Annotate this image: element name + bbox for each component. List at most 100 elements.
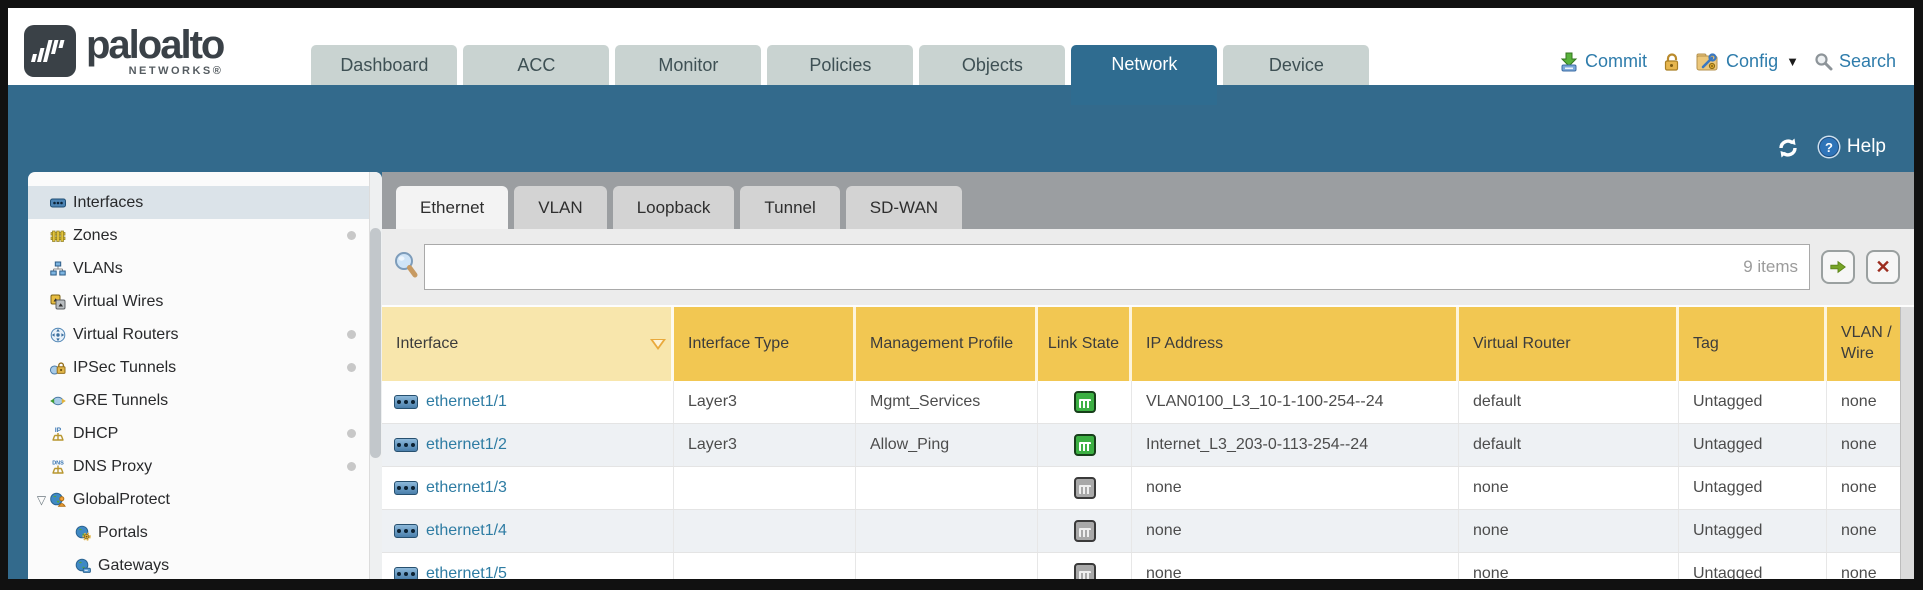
table-scrollbar[interactable]	[1900, 307, 1914, 579]
status-dot	[347, 330, 356, 339]
tab-policies[interactable]: Policies	[767, 45, 913, 85]
tab-label: Tunnel	[764, 198, 815, 218]
refresh-button[interactable]	[1776, 136, 1800, 160]
interface-link[interactable]: ethernet1/1	[426, 393, 507, 411]
column-header-tag[interactable]: Tag	[1679, 307, 1827, 381]
interface-type-cell: Layer3	[674, 424, 856, 466]
ethernet-interface-icon	[394, 567, 418, 579]
link-state-down-icon	[1074, 563, 1096, 579]
tab-loopback[interactable]: Loopback	[613, 186, 735, 229]
sidebar-item-zones[interactable]: Zones	[28, 219, 382, 252]
vlan-wire-cell: none	[1827, 553, 1900, 579]
commit-icon	[1559, 52, 1579, 72]
tag-cell: Untagged	[1679, 510, 1827, 552]
tab-vlan[interactable]: VLAN	[514, 186, 606, 229]
ip-address-cell: Internet_L3_203-0-113-254--24	[1132, 424, 1459, 466]
sidebar-item-globalprotect[interactable]: ▽ GlobalProtect	[28, 483, 382, 516]
filter-input-wrap: 9 items	[424, 244, 1810, 290]
tab-objects[interactable]: Objects	[919, 45, 1065, 85]
column-header-ip-address[interactable]: IP Address	[1132, 307, 1459, 381]
commit-button[interactable]: Commit	[1559, 51, 1647, 72]
tab-sdwan[interactable]: SD-WAN	[846, 186, 962, 229]
sidebar-scrollbar[interactable]	[369, 172, 382, 579]
lock-button[interactable]	[1662, 52, 1681, 72]
config-menu-button[interactable]: Config ▼	[1696, 51, 1799, 72]
tab-ethernet[interactable]: Ethernet	[396, 186, 508, 229]
tab-label: Objects	[962, 55, 1023, 76]
interface-type-cell	[674, 467, 856, 509]
sidebar-item-vlans[interactable]: VLANs	[28, 252, 382, 285]
svg-text:IP: IP	[55, 427, 62, 434]
tab-label: SD-WAN	[870, 198, 938, 218]
lock-icon	[1662, 52, 1681, 72]
help-button[interactable]: ? Help	[1816, 134, 1886, 160]
sidebar-item-label: Virtual Routers	[73, 326, 179, 344]
paloalto-logo-icon	[24, 25, 76, 77]
apply-filter-button[interactable]	[1821, 250, 1855, 284]
tab-monitor[interactable]: Monitor	[615, 45, 761, 85]
sidebar-item-label: Virtual Wires	[73, 293, 163, 311]
sidebar-item-virtual-routers[interactable]: Virtual Routers	[28, 318, 382, 351]
ip-address-link[interactable]: VLAN0100_L3_10-1-100-254--24	[1146, 393, 1384, 411]
tab-acc[interactable]: ACC	[463, 45, 609, 85]
table-body: ethernet1/1 Layer3 Mgmt_Services VLAN010…	[382, 381, 1900, 579]
column-header-interface-type[interactable]: Interface Type	[674, 307, 856, 381]
commit-label: Commit	[1585, 51, 1647, 72]
ethernet-interface-icon	[394, 438, 418, 452]
green-arrow-icon	[1829, 258, 1847, 276]
gre-tunnels-icon	[49, 393, 67, 409]
ip-address-cell: none	[1132, 467, 1459, 509]
tab-label: Monitor	[658, 55, 718, 76]
sidebar-item-portals[interactable]: Portals	[28, 516, 382, 549]
column-label: Interface Type	[688, 334, 789, 355]
config-label: Config	[1726, 51, 1778, 72]
config-icon	[1696, 51, 1720, 72]
interface-type-tabs: Ethernet VLAN Loopback Tunnel SD-WAN	[382, 172, 1914, 229]
column-header-link-state[interactable]: Link State	[1038, 307, 1132, 381]
content-area: Interfaces Zones VLANs Virtual Wires	[8, 172, 1914, 579]
column-header-vlan-wire[interactable]: VLAN / Wire	[1827, 307, 1900, 381]
tab-dashboard[interactable]: Dashboard	[311, 45, 457, 85]
virtual-router-cell: none	[1459, 467, 1679, 509]
sidebar-item-gateways[interactable]: Gateways	[28, 549, 382, 579]
clear-filter-button[interactable]: ✕	[1866, 250, 1900, 284]
search-button[interactable]: Search	[1814, 51, 1896, 72]
sidebar-item-interfaces[interactable]: Interfaces	[28, 186, 382, 219]
tab-network[interactable]: Network	[1071, 45, 1217, 105]
sidebar-item-virtual-wires[interactable]: Virtual Wires	[28, 285, 382, 318]
sidebar-item-gre-tunnels[interactable]: GRE Tunnels	[28, 384, 382, 417]
interface-link[interactable]: ethernet1/5	[426, 565, 507, 579]
column-label: Interface	[396, 334, 458, 355]
ip-address-link[interactable]: Internet_L3_203-0-113-254--24	[1146, 436, 1368, 454]
sidebar-scrollbar-thumb[interactable]	[370, 228, 381, 458]
sidebar-item-label: Portals	[98, 524, 148, 542]
dns-proxy-icon: DNS	[49, 459, 67, 475]
column-header-management-profile[interactable]: Management Profile	[856, 307, 1038, 381]
interfaces-table-wrap: Interface Interface Type Management Prof…	[382, 305, 1914, 579]
interface-link[interactable]: ethernet1/3	[426, 479, 507, 497]
sidebar-item-ipsec-tunnels[interactable]: IPSec Tunnels	[28, 351, 382, 384]
filter-input[interactable]	[424, 244, 1810, 290]
tag-cell: Untagged	[1679, 553, 1827, 579]
sidebar-item-label: DNS Proxy	[73, 458, 152, 476]
sidebar-item-dns-proxy[interactable]: DNS DNS Proxy	[28, 450, 382, 483]
link-state-down-icon	[1074, 477, 1096, 499]
tab-device[interactable]: Device	[1223, 45, 1369, 85]
interface-cell: ethernet1/2	[382, 424, 674, 466]
column-header-virtual-router[interactable]: Virtual Router	[1459, 307, 1679, 381]
table-row: ethernet1/5 none none Untagged none	[382, 553, 1900, 579]
filter-search-icon	[392, 250, 418, 285]
sidebar-item-label: GlobalProtect	[73, 491, 170, 509]
tab-tunnel[interactable]: Tunnel	[740, 186, 839, 229]
expand-arrow-icon[interactable]: ▽	[34, 493, 49, 507]
tag-cell: Untagged	[1679, 424, 1827, 466]
sidebar-item-dhcp[interactable]: IP DHCP	[28, 417, 382, 450]
sidebar-item-label: VLANs	[73, 260, 123, 278]
interface-link[interactable]: ethernet1/4	[426, 522, 507, 540]
header-actions: Commit Config ▼ Search	[1559, 51, 1896, 72]
column-sort-dropdown[interactable]	[644, 307, 674, 381]
column-header-interface[interactable]: Interface	[382, 307, 644, 381]
interface-link[interactable]: ethernet1/2	[426, 436, 507, 454]
vlan-wire-cell: none	[1827, 424, 1900, 466]
svg-text:?: ?	[1825, 140, 1833, 155]
